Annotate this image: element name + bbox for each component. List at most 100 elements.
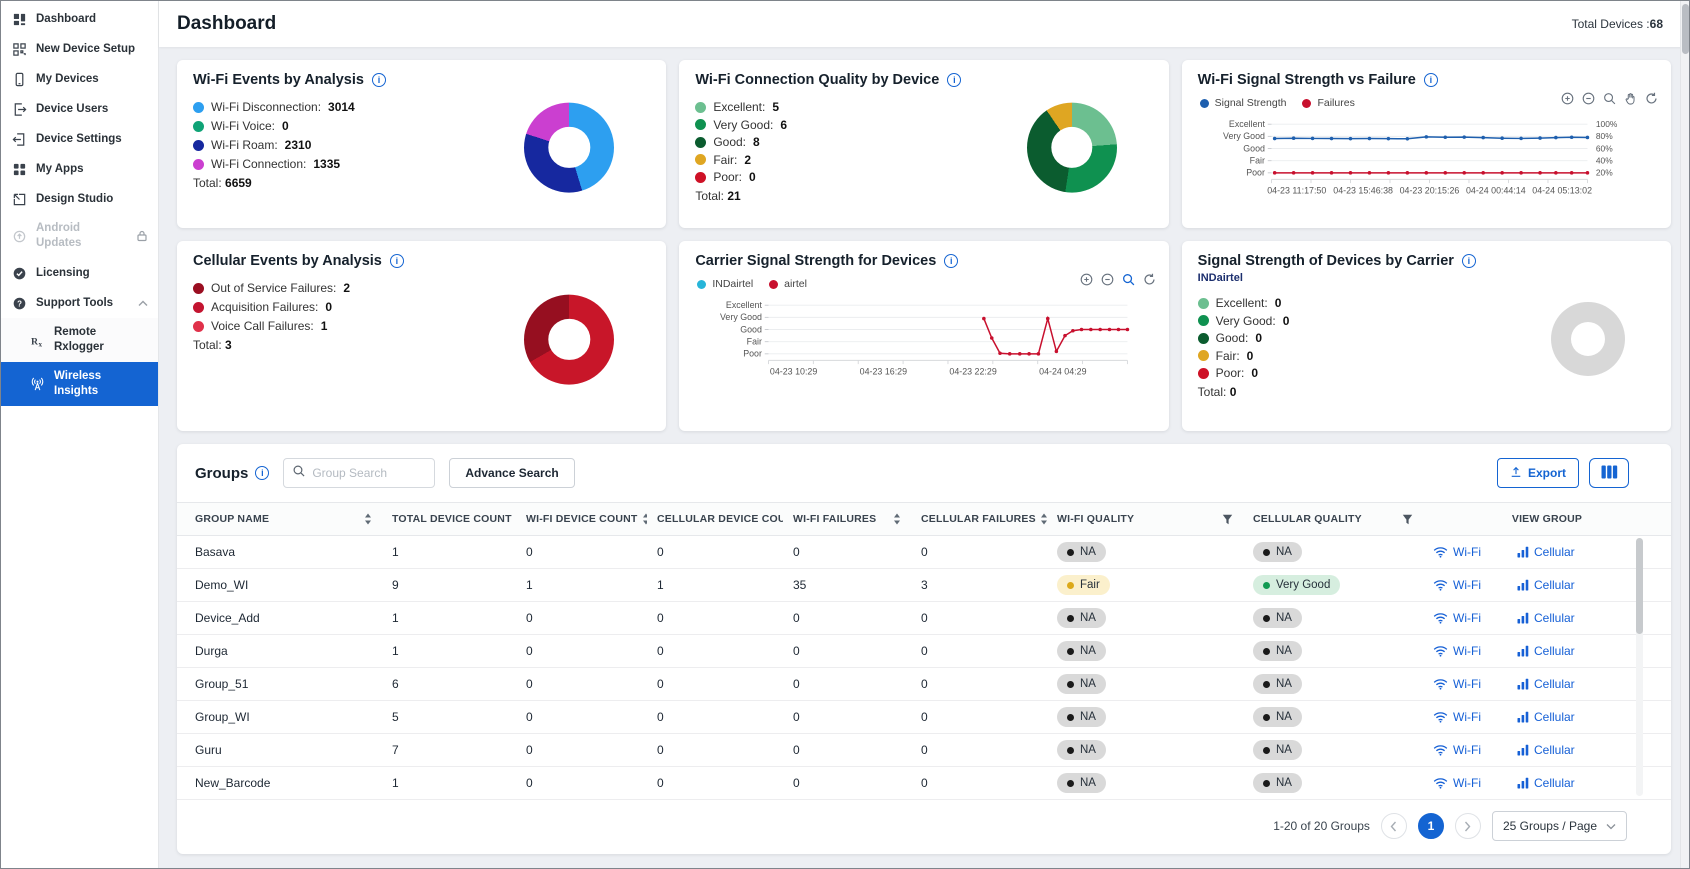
zoom-out-icon[interactable] — [1101, 273, 1114, 286]
view-cellular-link[interactable]: Cellular — [1517, 743, 1575, 757]
sidebar-item-my-devices[interactable]: My Devices — [1, 64, 158, 94]
sort-icon[interactable] — [642, 513, 647, 525]
sidebar-item-licensing[interactable]: Licensing — [1, 258, 158, 288]
filter-icon[interactable] — [1402, 514, 1413, 525]
column-header[interactable]: WI-FI DEVICE COUNT — [516, 503, 647, 536]
reset-icon[interactable] — [1143, 273, 1156, 286]
reset-icon[interactable] — [1645, 92, 1658, 105]
advance-search-button[interactable]: Advance Search — [449, 458, 574, 488]
pan-icon[interactable] — [1624, 92, 1637, 105]
column-header[interactable]: WI-FI FAILURES — [783, 503, 911, 536]
card-cellular-events: Cellular Events by Analysis i Out of Ser… — [177, 241, 666, 431]
sidebar-item-wireless-insights[interactable]: Wireless Insights — [1, 362, 158, 406]
sidebar-item-android-updates[interactable]: Android Updates — [1, 214, 158, 258]
column-header[interactable]: CELLULAR FAILURES — [911, 503, 1047, 536]
svg-text:Good: Good — [741, 324, 763, 334]
column-header[interactable]: TOTAL DEVICE COUNT — [382, 503, 516, 536]
donut-chart — [1551, 302, 1625, 376]
sidebar-item-dashboard[interactable]: Dashboard — [1, 4, 158, 34]
sidebar-item-new-device-setup[interactable]: New Device Setup — [1, 34, 158, 64]
cell-value: 0 — [647, 734, 783, 767]
dashboard-content: Wi-Fi Events by Analysis i Wi-Fi Disconn… — [159, 47, 1689, 868]
table-scrollbar[interactable] — [1636, 538, 1643, 796]
sort-icon[interactable] — [364, 513, 372, 525]
view-cellular-link[interactable]: Cellular — [1517, 710, 1575, 724]
group-search-input[interactable] — [312, 466, 425, 480]
cell-value: 0 — [783, 767, 911, 800]
view-wifi-link[interactable]: Wi-Fi — [1433, 578, 1481, 592]
export-button[interactable]: Export — [1497, 458, 1579, 488]
svg-text:Very Good: Very Good — [720, 312, 762, 322]
svg-text:04-23 16:29: 04-23 16:29 — [860, 366, 907, 376]
next-page-button[interactable] — [1455, 813, 1481, 839]
column-header[interactable]: GROUP NAME — [177, 503, 382, 536]
main-content: Dashboard Total Devices :68 Wi-Fi Events… — [159, 1, 1689, 868]
filter-icon[interactable] — [1222, 514, 1233, 525]
sort-icon[interactable] — [893, 513, 901, 525]
view-wifi-link[interactable]: Wi-Fi — [1433, 545, 1481, 559]
info-icon[interactable]: i — [1462, 254, 1476, 268]
info-icon[interactable]: i — [944, 254, 958, 268]
column-header[interactable]: CELLULAR DEVICE COUNT — [647, 503, 783, 536]
info-icon[interactable]: i — [390, 254, 404, 268]
svg-text:40%: 40% — [1596, 155, 1613, 165]
zoom-out-icon[interactable] — [1582, 92, 1595, 105]
cell-value: 1 — [382, 602, 516, 635]
table-row: Guru70000NANAWi-FiCellular — [177, 734, 1671, 767]
view-wifi-link[interactable]: Wi-Fi — [1433, 677, 1481, 691]
view-wifi-link[interactable]: Wi-Fi — [1433, 611, 1481, 625]
view-cellular-link[interactable]: Cellular — [1517, 677, 1575, 691]
cell-value: 1 — [647, 569, 783, 602]
info-icon[interactable]: i — [255, 466, 269, 480]
sidebar-item-support-tools[interactable]: ? Support Tools — [1, 288, 158, 318]
total-line: Total: 21 — [695, 189, 1152, 203]
svg-text:100%: 100% — [1596, 119, 1618, 129]
quality-badge: NA — [1057, 641, 1106, 661]
view-cellular-link[interactable]: Cellular — [1517, 611, 1575, 625]
rxlogger-icon: Rx — [29, 332, 45, 348]
prev-page-button[interactable] — [1381, 813, 1407, 839]
zoom-select-icon[interactable] — [1603, 92, 1616, 105]
cell-value: 0 — [911, 635, 1047, 668]
cell-value: 0 — [911, 767, 1047, 800]
view-wifi-link[interactable]: Wi-Fi — [1433, 710, 1481, 724]
view-wifi-link[interactable]: Wi-Fi — [1433, 776, 1481, 790]
sidebar-item-design-studio[interactable]: Design Studio — [1, 184, 158, 214]
info-icon[interactable]: i — [947, 73, 961, 87]
view-cellular-link[interactable]: Cellular — [1517, 578, 1575, 592]
cell-value: 1 — [382, 536, 516, 569]
sidebar-item-my-apps[interactable]: My Apps — [1, 154, 158, 184]
sidebar-item-device-users[interactable]: Device Users — [1, 94, 158, 124]
column-header[interactable]: CELLULAR QUALITY — [1243, 503, 1423, 536]
cell-value: 3 — [911, 569, 1047, 602]
quality-badge: NA — [1057, 674, 1106, 694]
info-icon[interactable]: i — [372, 73, 386, 87]
column-header[interactable]: WI-FI QUALITY — [1047, 503, 1243, 536]
page-size-select[interactable]: 25 Groups / Page — [1492, 811, 1627, 841]
pagination: 1-20 of 20 Groups 1 25 Groups / Page — [177, 800, 1671, 854]
cell-value: 0 — [516, 602, 647, 635]
quality-badge: NA — [1057, 707, 1106, 727]
quality-badge: NA — [1253, 608, 1302, 628]
info-icon[interactable]: i — [1424, 73, 1438, 87]
group-name: Group_WI — [177, 701, 382, 734]
cell-value: 5 — [382, 701, 516, 734]
zoom-in-icon[interactable] — [1561, 92, 1574, 105]
columns-button[interactable] — [1589, 458, 1629, 488]
sidebar-item-device-settings[interactable]: Device Settings — [1, 124, 158, 154]
zoom-select-icon[interactable] — [1122, 273, 1135, 286]
legend-dot — [193, 140, 204, 151]
zoom-in-icon[interactable] — [1080, 273, 1093, 286]
page-scrollbar[interactable] — [1680, 1, 1689, 868]
page-number-button[interactable]: 1 — [1418, 813, 1444, 839]
column-header: VIEW GROUP — [1423, 503, 1671, 536]
legend-dot — [695, 119, 706, 130]
view-wifi-link[interactable]: Wi-Fi — [1433, 644, 1481, 658]
view-cellular-link[interactable]: Cellular — [1517, 776, 1575, 790]
sort-icon[interactable] — [1040, 513, 1047, 525]
view-wifi-link[interactable]: Wi-Fi — [1433, 743, 1481, 757]
view-cellular-link[interactable]: Cellular — [1517, 545, 1575, 559]
view-cellular-link[interactable]: Cellular — [1517, 644, 1575, 658]
sidebar-item-remote-rxlogger[interactable]: Rx Remote Rxlogger — [1, 318, 158, 362]
svg-text:x: x — [38, 340, 42, 347]
